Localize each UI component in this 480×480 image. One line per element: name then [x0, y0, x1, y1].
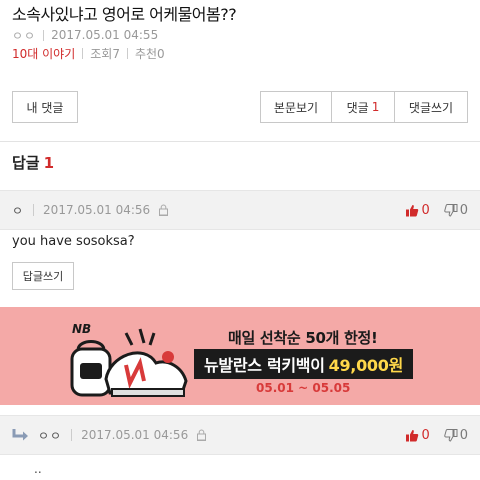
- downvote-button[interactable]: 0: [443, 427, 468, 443]
- comment-text: you have sosoksa?: [12, 234, 135, 249]
- post-recommends: 추천0: [134, 46, 165, 61]
- downvote-button[interactable]: 0: [443, 202, 468, 218]
- replies-heading: 답글 1: [12, 152, 54, 173]
- post-stats: 10대 이야기 조회7 추천0: [12, 44, 472, 62]
- banner-price: 49,000원: [328, 356, 404, 375]
- meta-divider: [43, 29, 45, 41]
- post-author[interactable]: ㅇㅇ: [12, 27, 36, 44]
- thumbs-down-icon: [443, 203, 458, 217]
- thumbs-up-icon: [406, 429, 419, 441]
- banner-offer-text: 뉴발란스 럭키백이: [204, 356, 325, 375]
- meta-divider: [33, 204, 35, 216]
- upvote-count: 0: [421, 202, 430, 218]
- reply-author[interactable]: ㅇㅇ: [38, 427, 62, 444]
- banner-headline: 매일 선착순 50개 한정!: [228, 329, 378, 347]
- meta-divider: [126, 47, 128, 59]
- downvote-count: 0: [459, 202, 468, 218]
- action-button-row: 내 댓글 본문보기 댓글 1 댓글쓰기: [12, 91, 468, 123]
- lock-icon[interactable]: [196, 429, 207, 441]
- reply-arrow-icon: [12, 428, 30, 442]
- view-post-button[interactable]: 본문보기: [261, 92, 331, 122]
- replies-heading-label: 답글: [12, 154, 40, 172]
- lock-icon[interactable]: [158, 204, 169, 216]
- reply-text: ..: [34, 462, 42, 476]
- write-reply-button[interactable]: 답글쓰기: [12, 262, 74, 290]
- upvote-button[interactable]: 0: [405, 427, 430, 443]
- comments-count: 1: [371, 100, 380, 114]
- thumbs-down-icon: [443, 428, 458, 442]
- comment-header: ㅇ 2017.05.01 04:56 0 0: [0, 190, 480, 230]
- replies-count: 1: [43, 154, 55, 172]
- reply-date: 2017.05.01 04:56: [81, 428, 189, 442]
- promo-banner[interactable]: NB 매일 선착순 50개 한정! 뉴발란스 럭키백이 49,000원 05.01…: [0, 307, 480, 405]
- comments-button[interactable]: 댓글 1: [331, 92, 394, 122]
- meta-divider: [71, 429, 73, 441]
- reply-header: ㅇㅇ 2017.05.01 04:56 0 0: [0, 415, 480, 455]
- sneaker-bag-illustration: NB: [70, 322, 188, 397]
- comment-votes: 0 0: [405, 203, 468, 218]
- brand-logo: NB: [72, 322, 91, 336]
- thumbs-up-icon: [406, 204, 419, 216]
- reply-votes: 0 0: [405, 428, 468, 443]
- meta-divider: [82, 47, 84, 59]
- post-category-link[interactable]: 10대 이야기: [12, 45, 75, 62]
- banner-offer: 뉴발란스 럭키백이 49,000원: [194, 349, 414, 379]
- comment-author[interactable]: ㅇ: [12, 202, 24, 219]
- upvote-button[interactable]: 0: [405, 202, 430, 218]
- section-divider: [0, 141, 480, 142]
- post-title: 소속사있냐고 영어로 어케물어봄??: [12, 5, 237, 24]
- my-comments-button[interactable]: 내 댓글: [12, 91, 78, 123]
- banner-period: 05.01 ~ 05.05: [256, 381, 351, 395]
- post-views: 조회7: [90, 46, 120, 61]
- comments-button-label: 댓글: [346, 100, 369, 115]
- comment-date: 2017.05.01 04:56: [43, 203, 151, 217]
- post-meta: ㅇㅇ 2017.05.01 04:55: [12, 26, 472, 44]
- downvote-count: 0: [459, 427, 468, 443]
- post-header: 소속사있냐고 영어로 어케물어봄?? ㅇㅇ 2017.05.01 04:55 1…: [12, 4, 472, 62]
- comment-button-group: 본문보기 댓글 1 댓글쓰기: [260, 91, 468, 123]
- upvote-count: 0: [421, 427, 430, 443]
- write-comment-button[interactable]: 댓글쓰기: [394, 92, 467, 122]
- post-date: 2017.05.01 04:55: [51, 28, 159, 42]
